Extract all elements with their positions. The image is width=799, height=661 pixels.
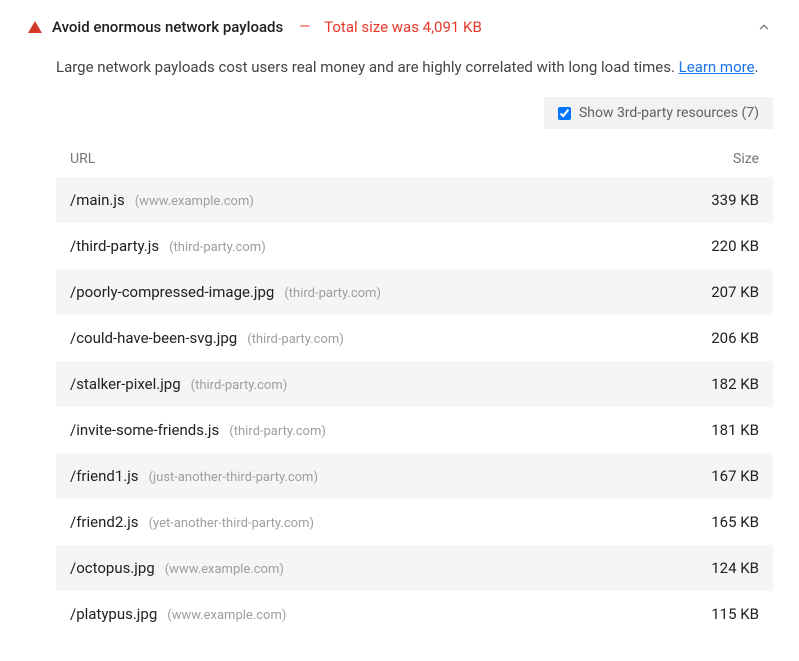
third-party-toggle-label: Show 3rd-party resources (7) xyxy=(579,105,759,121)
resource-domain: (www.example.com) xyxy=(135,194,254,209)
table-row: /friend1.js (just-another-third-party.com… xyxy=(56,453,773,499)
resource-domain: (www.example.com) xyxy=(165,562,284,577)
resource-path: /third-party.js xyxy=(70,237,159,255)
audit-content: Large network payloads cost users real m… xyxy=(16,42,783,637)
size-column-header: Size xyxy=(733,151,759,167)
table-row: /octopus.jpg (www.example.com) 124 KB xyxy=(56,545,773,591)
toggle-row: Show 3rd-party resources (7) xyxy=(56,97,783,129)
resource-path: /octopus.jpg xyxy=(70,559,155,577)
resource-path: /friend1.js xyxy=(70,467,139,485)
resource-path: /friend2.js xyxy=(70,513,139,531)
table-row: /invite-some-friends.js (third-party.com)… xyxy=(56,407,773,453)
resource-domain: (just-another-third-party.com) xyxy=(149,470,318,485)
audit-panel: Avoid enormous network payloads — Total … xyxy=(0,0,799,661)
resource-path: /stalker-pixel.jpg xyxy=(70,375,181,393)
table-row: /third-party.js (third-party.com) 220 KB xyxy=(56,223,773,269)
resource-url: /poorly-compressed-image.jpg (third-party… xyxy=(70,283,381,301)
table-body: /main.js (www.example.com) 339 KB/third-pa… xyxy=(56,177,773,637)
chevron-up-icon[interactable] xyxy=(757,20,771,34)
resource-path: /could-have-been-svg.jpg xyxy=(70,329,237,347)
resource-path: /poorly-compressed-image.jpg xyxy=(70,283,274,301)
resource-domain: (third-party.com) xyxy=(191,378,288,393)
resource-size: 181 KB xyxy=(711,421,759,439)
resource-path: /invite-some-friends.js xyxy=(70,421,219,439)
third-party-toggle[interactable]: Show 3rd-party resources (7) xyxy=(544,97,773,129)
audit-title: Avoid enormous network payloads xyxy=(52,18,283,36)
audit-display-text: Total size was 4,091 KB xyxy=(324,18,482,36)
resource-size: 206 KB xyxy=(711,329,759,347)
resource-size: 207 KB xyxy=(711,283,759,301)
resource-size: 115 KB xyxy=(711,605,759,623)
resource-size: 124 KB xyxy=(711,559,759,577)
title-dash: — xyxy=(299,19,310,35)
third-party-checkbox[interactable] xyxy=(558,107,571,120)
resource-size: 167 KB xyxy=(711,467,759,485)
resource-size: 220 KB xyxy=(711,237,759,255)
table-header: URL Size xyxy=(56,145,773,177)
resource-domain: (third-party.com) xyxy=(247,332,344,347)
resource-url: /invite-some-friends.js (third-party.com) xyxy=(70,421,326,439)
resources-table: URL Size /main.js (www.example.com) 339 KB… xyxy=(56,145,783,637)
table-row: /poorly-compressed-image.jpg (third-party… xyxy=(56,269,773,315)
resource-size: 165 KB xyxy=(711,513,759,531)
table-row: /main.js (www.example.com) 339 KB xyxy=(56,177,773,223)
resource-url: /octopus.jpg (www.example.com) xyxy=(70,559,284,577)
resource-domain: (www.example.com) xyxy=(167,608,286,623)
resource-path: /main.js xyxy=(70,191,125,209)
resource-url: /main.js (www.example.com) xyxy=(70,191,254,209)
resource-domain: (third-party.com) xyxy=(169,240,266,255)
resource-url: /could-have-been-svg.jpg (third-party.com… xyxy=(70,329,344,347)
fail-triangle-icon xyxy=(28,21,42,33)
table-row: /platypus.jpg (www.example.com) 115 KB xyxy=(56,591,773,637)
audit-header[interactable]: Avoid enormous network payloads — Total … xyxy=(16,12,783,42)
resource-url: /friend2.js (yet-another-third-party.com) xyxy=(70,513,314,531)
learn-more-link[interactable]: Learn more xyxy=(679,58,755,76)
table-row: /could-have-been-svg.jpg (third-party.com… xyxy=(56,315,773,361)
resource-domain: (third-party.com) xyxy=(284,286,381,301)
table-row: /friend2.js (yet-another-third-party.com)… xyxy=(56,499,773,545)
resource-domain: (yet-another-third-party.com) xyxy=(149,516,314,531)
url-column-header: URL xyxy=(70,151,95,167)
resource-path: /platypus.jpg xyxy=(70,605,157,623)
table-row: /stalker-pixel.jpg (third-party.com) 182 K… xyxy=(56,361,773,407)
resource-url: /friend1.js (just-another-third-party.com… xyxy=(70,467,318,485)
audit-description: Large network payloads cost users real m… xyxy=(56,56,783,79)
resource-url: /platypus.jpg (www.example.com) xyxy=(70,605,286,623)
resource-size: 339 KB xyxy=(711,191,759,209)
description-period: . xyxy=(755,58,759,76)
resource-url: /third-party.js (third-party.com) xyxy=(70,237,266,255)
description-text: Large network payloads cost users real m… xyxy=(56,58,679,76)
resource-size: 182 KB xyxy=(711,375,759,393)
resource-url: /stalker-pixel.jpg (third-party.com) xyxy=(70,375,287,393)
resource-domain: (third-party.com) xyxy=(229,424,326,439)
